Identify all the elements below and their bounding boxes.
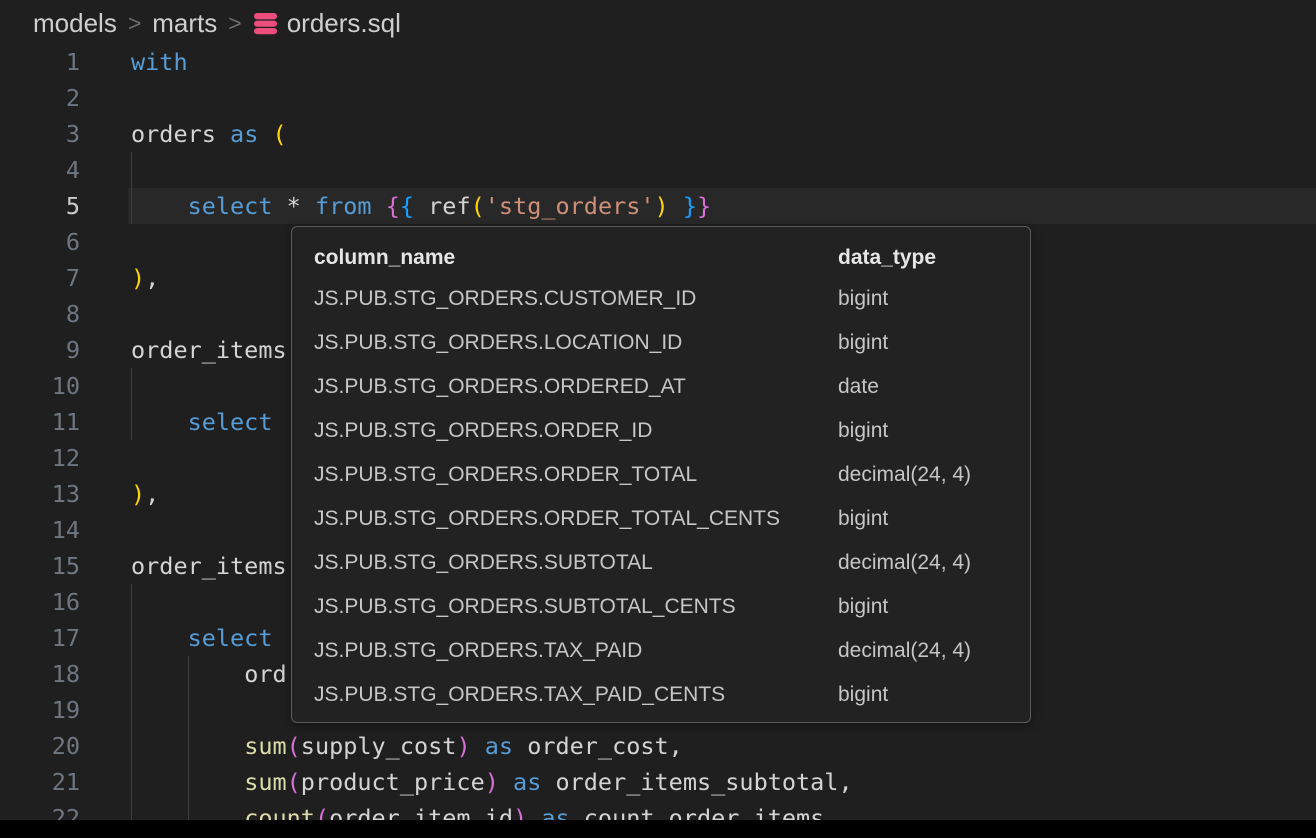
line-number[interactable]: 20 [0,728,80,764]
chevron-right-icon: > [228,10,241,37]
editor-bottom-edge [0,820,1316,838]
breadcrumb-item-file[interactable]: orders.sql [253,8,401,39]
data-type-cell: bigint [838,419,1030,443]
table-row: JS.PUB.STG_ORDERS.ORDERED_ATdate [314,365,1030,409]
line-number[interactable]: 21 [0,764,80,800]
data-type-cell: bigint [838,595,1030,619]
indent-guide [131,584,132,620]
code-text: sum(supply_cost) as order_cost, [131,728,683,764]
data-type-cell: decimal(24, 4) [838,639,1030,663]
code-line[interactable]: 20 sum(supply_cost) as order_cost, [0,728,1316,764]
code-line[interactable]: 4 [0,152,1316,188]
column-name-cell: JS.PUB.STG_ORDERS.SUBTOTAL_CENTS [314,595,838,619]
data-type-cell: bigint [838,287,1030,311]
code-line[interactable]: 1 with [0,44,1316,80]
table-row: JS.PUB.STG_ORDERS.CUSTOMER_IDbigint [314,277,1030,321]
code-text: order_items [131,332,287,368]
code-text: order_items [131,548,287,584]
table-row: JS.PUB.STG_ORDERS.LOCATION_IDbigint [314,321,1030,365]
line-number[interactable]: 1 [0,44,80,80]
line-number[interactable]: 5 [0,188,80,224]
code-line[interactable]: 2 [0,80,1316,116]
code-text: orders as ( [131,116,287,152]
column-name-cell: JS.PUB.STG_ORDERS.TAX_PAID [314,639,838,663]
popup-rows: JS.PUB.STG_ORDERS.CUSTOMER_IDbigintJS.PU… [314,277,1030,717]
code-text: sum(product_price) as order_items_subtot… [131,764,853,800]
line-number[interactable]: 15 [0,548,80,584]
code-text: ), [131,476,159,512]
table-row: JS.PUB.STG_ORDERS.TAX_PAIDdecimal(24, 4) [314,629,1030,673]
line-number[interactable]: 9 [0,332,80,368]
line-number[interactable]: 6 [0,224,80,260]
column-name-cell: JS.PUB.STG_ORDERS.ORDER_TOTAL_CENTS [314,507,838,531]
table-row: JS.PUB.STG_ORDERS.SUBTOTALdecimal(24, 4) [314,541,1030,585]
code-text: ord [131,656,287,692]
code-line[interactable]: 3 orders as ( [0,116,1316,152]
data-type-cell: bigint [838,683,1030,707]
line-number[interactable]: 3 [0,116,80,152]
line-number[interactable]: 7 [0,260,80,296]
column-name-cell: JS.PUB.STG_ORDERS.SUBTOTAL [314,551,838,575]
line-number[interactable]: 4 [0,152,80,188]
indent-guide [188,692,189,728]
code-text: with [131,44,188,80]
code-line[interactable]: 5 select * from {{ ref('stg_orders') }} [0,188,1316,224]
column-name-cell: JS.PUB.STG_ORDERS.ORDER_ID [314,419,838,443]
code-text: select [131,620,272,656]
data-type-cell: bigint [838,507,1030,531]
column-name-cell: JS.PUB.STG_ORDERS.LOCATION_ID [314,331,838,355]
column-name-cell: JS.PUB.STG_ORDERS.CUSTOMER_ID [314,287,838,311]
breadcrumb-item-models[interactable]: models [33,8,117,39]
line-number[interactable]: 10 [0,368,80,404]
line-number[interactable]: 2 [0,80,80,116]
code-text: ), [131,260,159,296]
line-number[interactable]: 12 [0,440,80,476]
line-number[interactable]: 17 [0,620,80,656]
table-row: JS.PUB.STG_ORDERS.ORDER_TOTALdecimal(24,… [314,453,1030,497]
database-icon [253,11,278,36]
breadcrumb-item-marts[interactable]: marts [152,8,217,39]
column-name-cell: JS.PUB.STG_ORDERS.ORDERED_AT [314,375,838,399]
data-type-header: data_type [838,246,1030,270]
breadcrumb: models > marts > orders.sql [0,0,1316,46]
line-number[interactable]: 11 [0,404,80,440]
column-name-header: column_name [314,246,838,270]
data-type-cell: date [838,375,1030,399]
data-type-cell: bigint [838,331,1030,355]
breadcrumb-filename: orders.sql [287,8,401,39]
line-number[interactable]: 16 [0,584,80,620]
popup-header-row: column_name data_type [314,239,1030,277]
chevron-right-icon: > [128,10,141,37]
line-number[interactable]: 13 [0,476,80,512]
line-number[interactable]: 14 [0,512,80,548]
table-row: JS.PUB.STG_ORDERS.ORDER_TOTAL_CENTSbigin… [314,497,1030,541]
table-row: JS.PUB.STG_ORDERS.SUBTOTAL_CENTSbigint [314,585,1030,629]
line-number[interactable]: 8 [0,296,80,332]
indent-guide [131,368,132,404]
code-text: select * from {{ ref('stg_orders') }} [131,188,711,224]
column-info-popup: column_name data_type JS.PUB.STG_ORDERS.… [291,226,1031,723]
line-number[interactable]: 19 [0,692,80,728]
indent-guide [131,692,132,728]
line-number[interactable]: 18 [0,656,80,692]
column-name-cell: JS.PUB.STG_ORDERS.ORDER_TOTAL [314,463,838,487]
indent-guide [131,152,132,188]
table-row: JS.PUB.STG_ORDERS.ORDER_IDbigint [314,409,1030,453]
column-name-cell: JS.PUB.STG_ORDERS.TAX_PAID_CENTS [314,683,838,707]
table-row: JS.PUB.STG_ORDERS.TAX_PAID_CENTSbigint [314,673,1030,717]
data-type-cell: decimal(24, 4) [838,463,1030,487]
data-type-cell: decimal(24, 4) [838,551,1030,575]
code-line[interactable]: 21 sum(product_price) as order_items_sub… [0,764,1316,800]
code-text: select [131,404,272,440]
